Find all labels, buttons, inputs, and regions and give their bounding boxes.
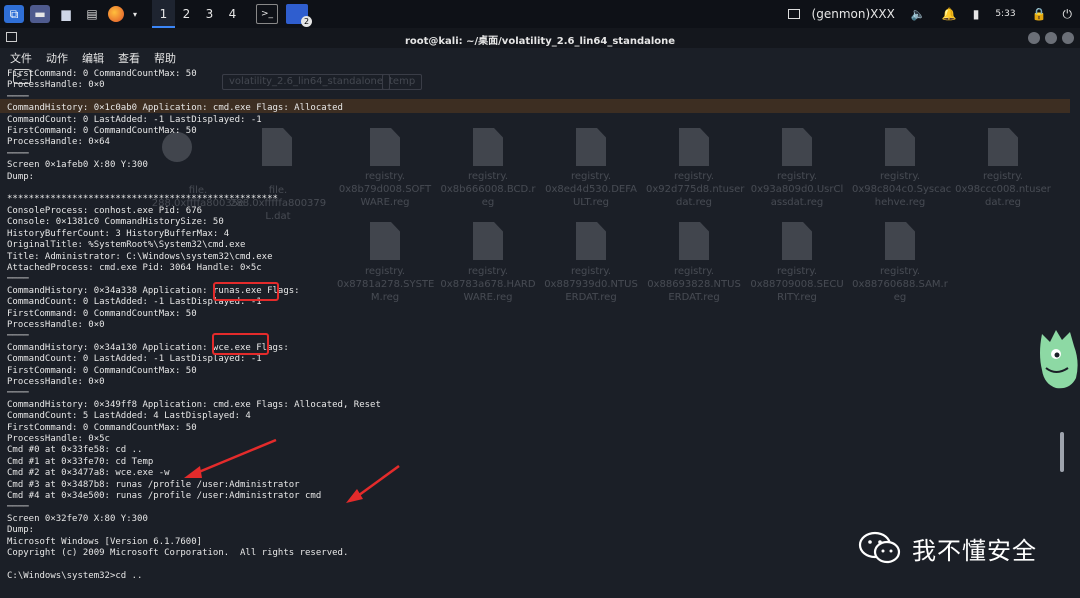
- file-manager-launcher-icon[interactable]: ▬: [30, 5, 50, 23]
- workspace-4[interactable]: 4: [221, 0, 244, 28]
- taskbar-filemanager-button[interactable]: 2: [286, 4, 312, 27]
- terminal-line: Cmd #1 at 0×33fe70: cd Temp: [7, 456, 154, 467]
- menu-view[interactable]: 查看: [118, 50, 140, 66]
- terminal-line: ProcessHandle: 0×64: [7, 137, 110, 148]
- terminal-line: FirstCommand: 0 CommandCountMax: 50: [7, 308, 197, 319]
- window-count-badge: 2: [301, 16, 312, 27]
- wechat-logo-icon: [858, 531, 902, 565]
- firefox-launcher-icon[interactable]: [108, 6, 124, 22]
- maximize-button[interactable]: [1045, 32, 1057, 44]
- annotation-arrow: [184, 438, 277, 478]
- menu-bar: 文件 动作 编辑 查看 帮助: [0, 48, 1080, 68]
- terminal-line: ProcessHandle: 0×0: [7, 319, 105, 330]
- terminal-line: Title: Administrator: C:\Windows\system3…: [7, 251, 273, 262]
- terminal-line: CommandCount: 5 LastAdded: 4 LastDisplay…: [7, 411, 251, 422]
- battery-icon[interactable]: ▮: [973, 7, 980, 21]
- terminal-output[interactable]: FirstCommand: 0 CommandCountMax: 50 Proce…: [7, 69, 1057, 582]
- terminal-line: ────: [7, 331, 29, 342]
- workspace-1[interactable]: 1: [152, 0, 175, 28]
- window-titlebar[interactable]: root@kali: ~/桌面/volatility_2.6_lin64_sta…: [0, 28, 1080, 48]
- terminal-line: FirstCommand: 0 CommandCountMax: 50: [7, 365, 197, 376]
- terminal-line: ────: [7, 502, 29, 513]
- terminal-line: FirstCommand: 0 CommandCountMax: 50: [7, 422, 197, 433]
- annotation-arrow: [346, 464, 400, 503]
- terminal-line: HistoryBufferCount: 3 HistoryBufferMax: …: [7, 228, 230, 239]
- terminal-line: Console: 0×1381c0 CommandHistorySize: 50: [7, 217, 224, 228]
- workspace-2[interactable]: 2: [175, 0, 198, 28]
- genmon-icon: [787, 9, 800, 19]
- close-button[interactable]: [1062, 32, 1074, 44]
- terminal-line: Cmd #0 at 0×33fe58: cd ..: [7, 445, 143, 456]
- highlight-box-runas: [213, 282, 279, 301]
- terminal-line: CommandHistory: 0×1c0ab0 Application: cm…: [7, 103, 343, 114]
- menu-help[interactable]: 帮助: [154, 50, 176, 66]
- terminal-line: Dump:: [7, 171, 35, 182]
- terminal-line: ────: [7, 148, 29, 159]
- terminal-icon: >_: [260, 9, 274, 19]
- minimize-button[interactable]: [1028, 32, 1040, 44]
- power-icon[interactable]: ⏻: [1063, 7, 1073, 22]
- terminal-line: Cmd #4 at 0×34e500: runas /profile /user…: [7, 491, 322, 502]
- terminal-line: CommandHistory: 0×349ff8 Application: cm…: [7, 399, 381, 410]
- taskbar-terminal-button[interactable]: >_: [256, 4, 278, 24]
- menu-action[interactable]: 动作: [46, 50, 68, 66]
- terminal-line: Screen 0×32fe70 X:80 Y:300: [7, 513, 148, 524]
- window-controls: [1023, 32, 1074, 44]
- terminal-line: ────: [7, 274, 29, 285]
- terminal-line: ────: [7, 91, 29, 102]
- terminal-line: CommandCount: 0 LastAdded: -1 LastDispla…: [7, 297, 262, 308]
- terminal-scrollbar[interactable]: [1060, 432, 1064, 472]
- menu-edit[interactable]: 编辑: [82, 50, 104, 66]
- wechat-watermark: 我不懂安全: [858, 530, 1037, 566]
- workspace-switcher: 1 2 3 4: [152, 0, 244, 28]
- kali-dragon-mascot-icon: [1040, 330, 1078, 389]
- terminal-line: ****************************************…: [7, 194, 278, 205]
- panel-tray: (genmon)XXX 🔈 🔔 ▮ 5:33 🔒 ⏻: [787, 0, 1080, 28]
- genmon-label[interactable]: (genmon)XXX: [812, 7, 895, 21]
- highlight-box-wce: [212, 333, 269, 355]
- terminal-line: OriginalTitle: %SystemRoot%\System32\cmd…: [7, 240, 246, 251]
- terminal-line: ProcessHandle: 0×0: [7, 80, 105, 91]
- terminal-line: AttachedProcess: cmd.exe Pid: 3064 Handl…: [7, 262, 262, 273]
- menu-file[interactable]: 文件: [10, 50, 32, 66]
- terminal-line: ConsoleProcess: conhost.exe Pid: 676: [7, 205, 203, 216]
- top-panel: ⧉ ▬ ▆ ▤ >_ ▾ 1 2 3 4 >_ 2 (genmon)XXX 🔈 …: [0, 0, 1080, 84]
- kali-menu-icon[interactable]: ⧉: [4, 5, 24, 23]
- terminal-line: CommandHistory: 0×34a338 Application: ru…: [7, 285, 300, 296]
- folder-launcher-icon[interactable]: ▆: [56, 5, 76, 23]
- watermark-text: 我不懂安全: [912, 536, 1037, 565]
- terminal-line: C:\Windows\system32>cd ..: [7, 570, 143, 581]
- volume-icon[interactable]: 🔈: [911, 7, 926, 21]
- terminal-line: CommandHistory: 0×34a130 Application: wc…: [7, 342, 289, 353]
- terminal-line: CommandCount: 0 LastAdded: -1 LastDispla…: [7, 354, 262, 365]
- terminal-line: FirstCommand: 0 CommandCountMax: 50: [7, 126, 197, 137]
- terminal-line: ProcessHandle: 0×0: [7, 376, 105, 387]
- terminal-line: Cmd #3 at 0×3487b8: runas /profile /user…: [7, 479, 300, 490]
- terminal-line: ────: [7, 388, 29, 399]
- clock[interactable]: 5:33: [995, 9, 1015, 19]
- window-title: root@kali: ~/桌面/volatility_2.6_lin64_sta…: [404, 36, 676, 47]
- terminal-line: Screen 0×1afeb0 X:80 Y:300: [7, 160, 148, 171]
- notification-bell-icon[interactable]: 🔔: [942, 7, 957, 21]
- lock-icon[interactable]: 🔒: [1032, 7, 1047, 21]
- terminal-line: FirstCommand: 0 CommandCountMax: 50: [7, 69, 197, 79]
- chevron-down-icon[interactable]: ▾: [130, 5, 140, 23]
- text-editor-launcher-icon[interactable]: ▤: [82, 5, 102, 23]
- terminal-line: CommandCount: 0 LastAdded: -1 LastDispla…: [7, 114, 262, 125]
- workspace-3[interactable]: 3: [198, 0, 221, 28]
- terminal-line: Cmd #2 at 0×3477a8: wce.exe -w: [7, 468, 170, 479]
- terminal-line: ProcessHandle: 0×5c: [7, 434, 110, 444]
